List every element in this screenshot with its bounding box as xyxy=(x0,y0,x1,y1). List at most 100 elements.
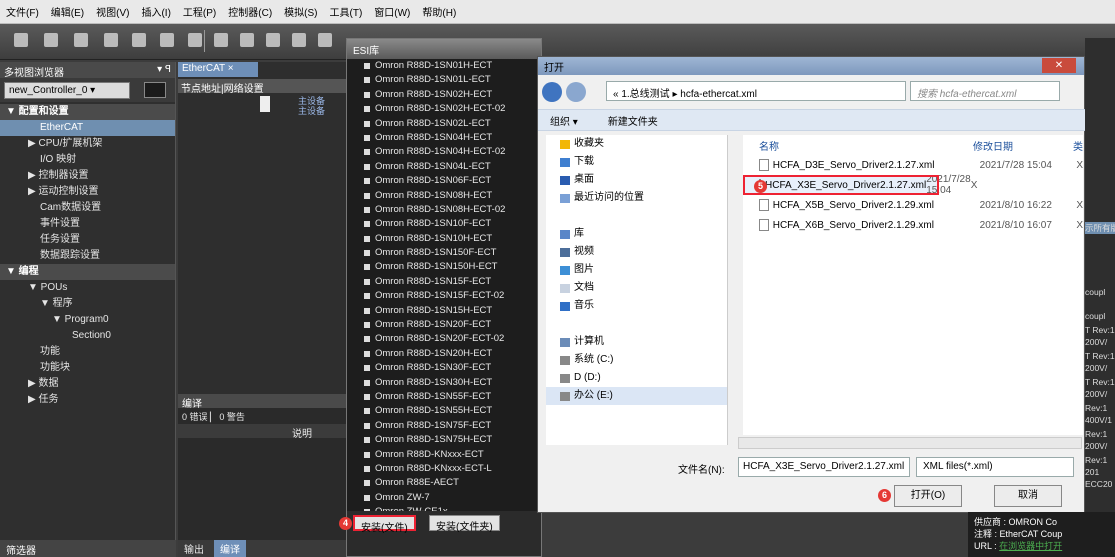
tree-item[interactable]: 任务设置 xyxy=(0,232,175,248)
esi-device-item[interactable]: Omron R88D-1SN150F-ECT xyxy=(347,246,541,260)
open-button[interactable]: 打开(O) xyxy=(894,485,962,507)
esi-device-item[interactable]: Omron R88D-1SN01L-ECT xyxy=(347,73,541,87)
tree-item[interactable]: 数据跟踪设置 xyxy=(0,248,175,264)
nav-item[interactable]: 最近访问的位置 xyxy=(546,189,727,207)
close-icon[interactable]: ✕ xyxy=(1042,58,1076,73)
esi-device-item[interactable]: Omron R88D-1SN08H-ECT-02 xyxy=(347,203,541,217)
menu-item[interactable]: 文件(F) xyxy=(6,4,39,19)
filetype-select[interactable]: XML files(*.xml) xyxy=(916,457,1074,477)
tree-item[interactable]: ▼ 编程 xyxy=(0,264,175,280)
esi-device-item[interactable]: Omron R88D-1SN02H-ECT xyxy=(347,88,541,102)
install-file-button[interactable]: 安装(文件) xyxy=(353,515,416,534)
menu-item[interactable]: 帮助(H) xyxy=(422,4,456,19)
path-field[interactable]: « 1.总线测试 ▸ hcfa-ethercat.xml xyxy=(606,81,906,101)
esi-device-item[interactable]: Omron R88D-1SN02L-ECT xyxy=(347,117,541,131)
date-column[interactable]: 修改日期 xyxy=(973,138,1073,153)
offline-icon[interactable] xyxy=(240,33,254,47)
nav-item[interactable]: 系统 (C:) xyxy=(546,351,727,369)
redo-icon[interactable] xyxy=(160,33,174,47)
nav-item[interactable]: 图片 xyxy=(546,261,727,279)
nav-item[interactable]: 音乐 xyxy=(546,297,727,315)
tree-item[interactable]: ▼ 配置和设置 xyxy=(0,104,175,120)
back-icon[interactable] xyxy=(542,82,562,102)
copy-icon[interactable] xyxy=(44,33,58,47)
cancel-button[interactable]: 取消 xyxy=(994,485,1062,507)
esi-device-item[interactable]: Omron R88D-1SN15F-ECT xyxy=(347,275,541,289)
esi-device-item[interactable]: Omron R88D-1SN10F-ECT xyxy=(347,217,541,231)
menu-item[interactable]: 编辑(E) xyxy=(51,4,84,19)
tree-item[interactable]: ▶ CPU/扩展机架 xyxy=(0,136,175,152)
menu-item[interactable]: 插入(I) xyxy=(141,4,170,19)
esi-device-item[interactable]: Omron R88D-1SN06F-ECT xyxy=(347,174,541,188)
paste-icon[interactable] xyxy=(74,33,88,47)
tree-item[interactable]: Cam数据设置 xyxy=(0,200,175,216)
nav-item[interactable]: 下载 xyxy=(546,153,727,171)
nav-item[interactable]: 办公 (E:) xyxy=(546,387,727,405)
menu-item[interactable]: 窗口(W) xyxy=(374,4,410,19)
file-row[interactable]: HCFA_X6B_Servo_Driver2.1.29.xml 2021/8/10… xyxy=(743,215,1083,235)
transfer-icon[interactable] xyxy=(266,33,280,47)
horizontal-scrollbar[interactable] xyxy=(738,437,1082,449)
menu-item[interactable]: 控制器(C) xyxy=(228,4,272,19)
esi-device-item[interactable]: Omron ZW-7 xyxy=(347,491,541,505)
tree-item[interactable]: Section0 xyxy=(0,328,175,344)
tree-item[interactable]: I/O 映射 xyxy=(0,152,175,168)
tab-output[interactable]: 输出 xyxy=(184,541,204,556)
esi-device-item[interactable]: Omron R88E-AECT xyxy=(347,476,541,490)
esi-device-item[interactable]: Omron R88D-1SN04H-ECT xyxy=(347,131,541,145)
esi-device-item[interactable]: Omron R88D-1SN150H-ECT xyxy=(347,260,541,274)
new-folder-button[interactable]: 新建文件夹 xyxy=(608,113,658,128)
esi-device-item[interactable]: Omron R88D-KNxxx-ECT-L xyxy=(347,462,541,476)
menu-item[interactable]: 模拟(S) xyxy=(284,4,317,19)
esi-device-item[interactable]: Omron R88D-1SN55H-ECT xyxy=(347,404,541,418)
organize-button[interactable]: 组织 ▾ xyxy=(550,113,578,128)
build-icon[interactable] xyxy=(188,33,202,47)
esi-device-item[interactable]: Omron R88D-1SN15F-ECT-02 xyxy=(347,289,541,303)
nav-item[interactable]: 文档 xyxy=(546,279,727,297)
menu-item[interactable]: 工程(P) xyxy=(183,4,216,19)
tree-item[interactable]: ▼ 程序 xyxy=(0,296,175,312)
type-column[interactable]: 类 xyxy=(1073,138,1083,153)
tree-item[interactable]: 功能块 xyxy=(0,360,175,376)
undo-icon[interactable] xyxy=(132,33,146,47)
esi-device-item[interactable]: Omron R88D-1SN10H-ECT xyxy=(347,232,541,246)
tree-item[interactable]: EtherCAT xyxy=(0,120,175,136)
controller-icon[interactable] xyxy=(144,82,166,98)
nav-item[interactable]: 收藏夹 xyxy=(546,135,727,153)
tree-item[interactable]: ▼ Program0 xyxy=(0,312,175,328)
nav-item[interactable]: D (D:) xyxy=(546,369,727,387)
tree-item[interactable]: ▶ 数据 xyxy=(0,376,175,392)
esi-device-item[interactable]: Omron R88D-1SN30F-ECT xyxy=(347,361,541,375)
tree-item[interactable]: 功能 xyxy=(0,344,175,360)
delete-icon[interactable] xyxy=(104,33,118,47)
monitor-icon[interactable] xyxy=(318,33,332,47)
esi-device-item[interactable]: Omron R88D-1SN01H-ECT xyxy=(347,59,541,73)
forward-icon[interactable] xyxy=(566,82,586,102)
esi-device-item[interactable]: Omron R88D-1SN75H-ECT xyxy=(347,433,541,447)
open-in-browser-link[interactable]: 在浏览器中打开 xyxy=(999,541,1062,551)
nav-item[interactable]: 计算机 xyxy=(546,333,727,351)
tree-item[interactable]: 事件设置 xyxy=(0,216,175,232)
esi-device-item[interactable]: Omron R88D-1SN04H-ECT-02 xyxy=(347,145,541,159)
tree-item[interactable]: ▶ 任务 xyxy=(0,392,175,408)
esi-device-item[interactable]: Omron R88D-1SN20H-ECT xyxy=(347,347,541,361)
nav-item[interactable]: 视频 xyxy=(546,243,727,261)
compile-filter[interactable]: 0 错误 ▏ 0 警告 xyxy=(178,408,348,424)
filter-bar[interactable]: 筛选器 xyxy=(0,540,176,557)
esi-device-item[interactable]: Omron R88D-1SN20F-ECT-02 xyxy=(347,332,541,346)
esi-device-item[interactable]: Omron R88D-KNxxx-ECT xyxy=(347,448,541,462)
tree-item[interactable]: ▼ POUs xyxy=(0,280,175,296)
install-folder-button[interactable]: 安装(文件夹) xyxy=(429,515,500,533)
esi-device-item[interactable]: Omron R88D-1SN30H-ECT xyxy=(347,376,541,390)
file-row[interactable]: HCFA_X5B_Servo_Driver2.1.29.xml 2021/8/10… xyxy=(743,195,1083,215)
esi-device-item[interactable]: Omron R88D-1SN20F-ECT xyxy=(347,318,541,332)
esi-device-item[interactable]: Omron R88D-1SN08H-ECT xyxy=(347,189,541,203)
esi-device-item[interactable]: Omron R88D-1SN75F-ECT xyxy=(347,419,541,433)
esi-device-item[interactable]: Omron R88D-1SN04L-ECT xyxy=(347,160,541,174)
tab-ethercat[interactable]: EtherCAT × xyxy=(178,62,258,77)
file-row[interactable]: HCFA_X3E_Servo_Driver2.1.27.xml 2021/7/28… xyxy=(743,174,977,196)
nav-item[interactable]: 桌面 xyxy=(546,171,727,189)
pin-icon[interactable]: ▾ ꟼ xyxy=(157,64,171,76)
filename-input[interactable]: HCFA_X3E_Servo_Driver2.1.27.xml xyxy=(738,457,910,477)
tree-item[interactable]: ▶ 控制器设置 xyxy=(0,168,175,184)
